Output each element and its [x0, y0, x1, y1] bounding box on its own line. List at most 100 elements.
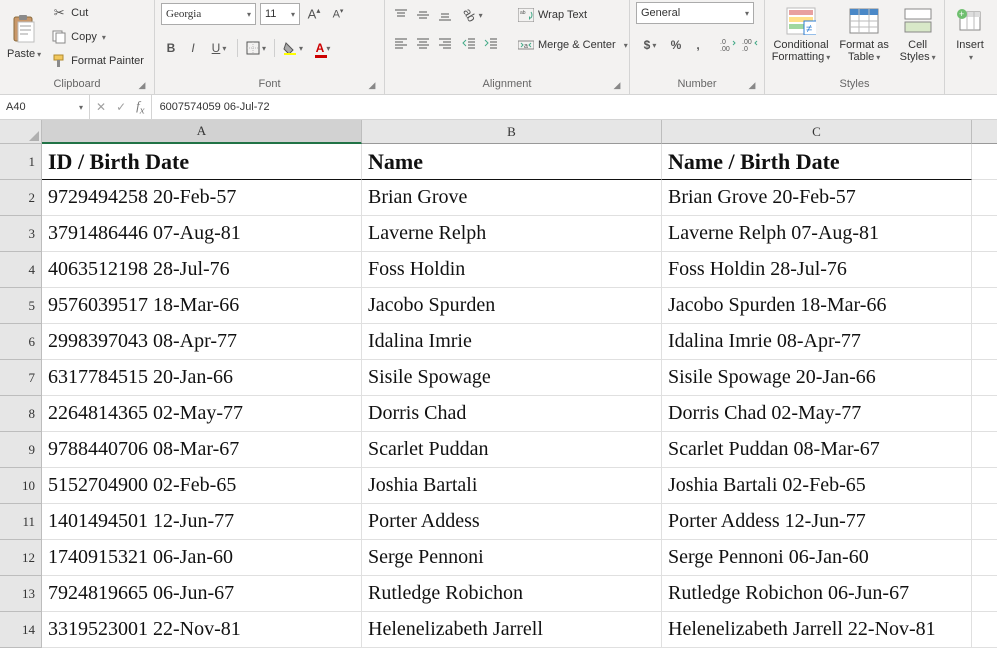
cell[interactable]: 4063512198 28-Jul-76 [42, 252, 362, 288]
italic-button[interactable]: I [183, 37, 203, 59]
align-left-button[interactable] [391, 32, 411, 54]
cell[interactable] [972, 324, 997, 360]
font-launcher[interactable]: ◢ [366, 80, 378, 92]
cell[interactable]: Laverne Relph 07-Aug-81 [662, 216, 972, 252]
merge-center-button[interactable]: a Merge & Center ▾ [513, 34, 633, 56]
cell[interactable] [972, 180, 997, 216]
cut-button[interactable]: ✂ Cut [46, 2, 149, 24]
wrap-text-button[interactable]: ab Wrap Text [513, 4, 633, 26]
cell[interactable]: Laverne Relph [362, 216, 662, 252]
cell[interactable] [972, 396, 997, 432]
cancel-formula-button[interactable]: ✕ [96, 100, 106, 114]
cell[interactable] [972, 216, 997, 252]
font-name-combo[interactable]: Georgia▾ [161, 3, 256, 25]
row-header[interactable]: 7 [0, 360, 42, 396]
cell[interactable]: 9576039517 18-Mar-66 [42, 288, 362, 324]
format-as-table-button[interactable]: Format as Table▾ [835, 2, 893, 72]
cell[interactable]: Dorris Chad [362, 396, 662, 432]
cell[interactable]: Joshia Bartali 02-Feb-65 [662, 468, 972, 504]
increase-indent-button[interactable] [481, 32, 501, 54]
cell[interactable]: Sisile Spowage [362, 360, 662, 396]
align-bottom-button[interactable] [435, 4, 455, 26]
row-header[interactable]: 9 [0, 432, 42, 468]
cell[interactable]: Idalina Imrie [362, 324, 662, 360]
cell[interactable]: Serge Pennoni 06-Jan-60 [662, 540, 972, 576]
font-color-button[interactable]: A▾ [309, 37, 337, 59]
cell[interactable]: 1401494501 12-Jun-77 [42, 504, 362, 540]
conditional-formatting-button[interactable]: ≠ Conditional Formatting▾ [771, 2, 831, 72]
cell[interactable] [972, 288, 997, 324]
cell[interactable] [972, 360, 997, 396]
paste-button[interactable]: Paste▾ [6, 2, 42, 72]
align-right-button[interactable] [435, 32, 455, 54]
cell[interactable]: Brian Grove [362, 180, 662, 216]
cell[interactable]: Brian Grove 20-Feb-57 [662, 180, 972, 216]
cell[interactable]: Jacobo Spurden 18-Mar-66 [662, 288, 972, 324]
format-painter-button[interactable]: Format Painter [46, 50, 149, 72]
cell[interactable]: Sisile Spowage 20-Jan-66 [662, 360, 972, 396]
col-header-d[interactable]: D [972, 120, 997, 144]
comma-button[interactable]: , [688, 34, 708, 56]
cell[interactable] [972, 540, 997, 576]
cell[interactable]: Idalina Imrie 08-Apr-77 [662, 324, 972, 360]
row-header[interactable]: 10 [0, 468, 42, 504]
decrease-decimal-button[interactable]: .00.0 [740, 34, 760, 56]
align-center-button[interactable] [413, 32, 433, 54]
cell[interactable]: 2998397043 08-Apr-77 [42, 324, 362, 360]
name-box[interactable]: A40▾ [0, 95, 90, 119]
enter-formula-button[interactable]: ✓ [116, 100, 126, 114]
row-header[interactable]: 8 [0, 396, 42, 432]
fill-color-button[interactable]: ▾ [279, 37, 307, 59]
row-header[interactable]: 3 [0, 216, 42, 252]
cell[interactable]: Name / Birth Date [662, 144, 972, 180]
row-header[interactable]: 14 [0, 612, 42, 648]
cell[interactable]: 9729494258 20-Feb-57 [42, 180, 362, 216]
cell[interactable]: Name [362, 144, 662, 180]
cell[interactable]: ID / Birth Date [42, 144, 362, 180]
decrease-font-button[interactable]: A▾ [328, 3, 348, 25]
row-header[interactable]: 6 [0, 324, 42, 360]
cell[interactable]: 3791486446 07-Aug-81 [42, 216, 362, 252]
cell[interactable]: 7924819665 06-Jun-67 [42, 576, 362, 612]
cell[interactable]: 3319523001 22-Nov-81 [42, 612, 362, 648]
orientation-button[interactable]: ab▾ [459, 4, 487, 26]
cell[interactable]: Rutledge Robichon [362, 576, 662, 612]
cell[interactable]: Scarlet Puddan 08-Mar-67 [662, 432, 972, 468]
cell[interactable]: Scarlet Puddan [362, 432, 662, 468]
number-launcher[interactable]: ◢ [746, 80, 758, 92]
insert-function-button[interactable]: fx [136, 98, 144, 117]
align-middle-button[interactable] [413, 4, 433, 26]
row-header[interactable]: 2 [0, 180, 42, 216]
cell[interactable]: Helenelizabeth Jarrell 22-Nov-81 [662, 612, 972, 648]
underline-button[interactable]: U▾ [205, 37, 233, 59]
cell-styles-button[interactable]: Cell Styles▾ [897, 2, 938, 72]
bold-button[interactable]: B [161, 37, 181, 59]
percent-button[interactable]: % [666, 34, 686, 56]
cell[interactable] [972, 144, 997, 180]
insert-button[interactable]: + Insert▾ [951, 2, 989, 72]
align-top-button[interactable] [391, 4, 411, 26]
cell[interactable] [972, 576, 997, 612]
copy-button[interactable]: Copy ▾ [46, 26, 149, 48]
col-header-c[interactable]: C [662, 120, 972, 144]
cell[interactable]: Rutledge Robichon 06-Jun-67 [662, 576, 972, 612]
col-header-a[interactable]: A [42, 120, 362, 144]
row-header[interactable]: 5 [0, 288, 42, 324]
clipboard-launcher[interactable]: ◢ [136, 80, 148, 92]
borders-button[interactable]: ▾ [242, 37, 270, 59]
cell[interactable]: 1740915321 06-Jan-60 [42, 540, 362, 576]
cells-area[interactable]: ID / Birth Date Name Name / Birth Date 9… [42, 144, 997, 648]
cell[interactable]: Joshia Bartali [362, 468, 662, 504]
row-header[interactable]: 13 [0, 576, 42, 612]
row-header[interactable]: 12 [0, 540, 42, 576]
cell[interactable]: Foss Holdin 28-Jul-76 [662, 252, 972, 288]
font-size-combo[interactable]: 11▾ [260, 3, 300, 25]
cell[interactable] [972, 432, 997, 468]
cell[interactable]: Dorris Chad 02-May-77 [662, 396, 972, 432]
cell[interactable]: Jacobo Spurden [362, 288, 662, 324]
accounting-format-button[interactable]: $▾ [636, 34, 664, 56]
cell[interactable]: 9788440706 08-Mar-67 [42, 432, 362, 468]
formula-input[interactable]: 6007574059 06-Jul-72 [152, 101, 997, 113]
cell[interactable]: Foss Holdin [362, 252, 662, 288]
cell[interactable]: 2264814365 02-May-77 [42, 396, 362, 432]
